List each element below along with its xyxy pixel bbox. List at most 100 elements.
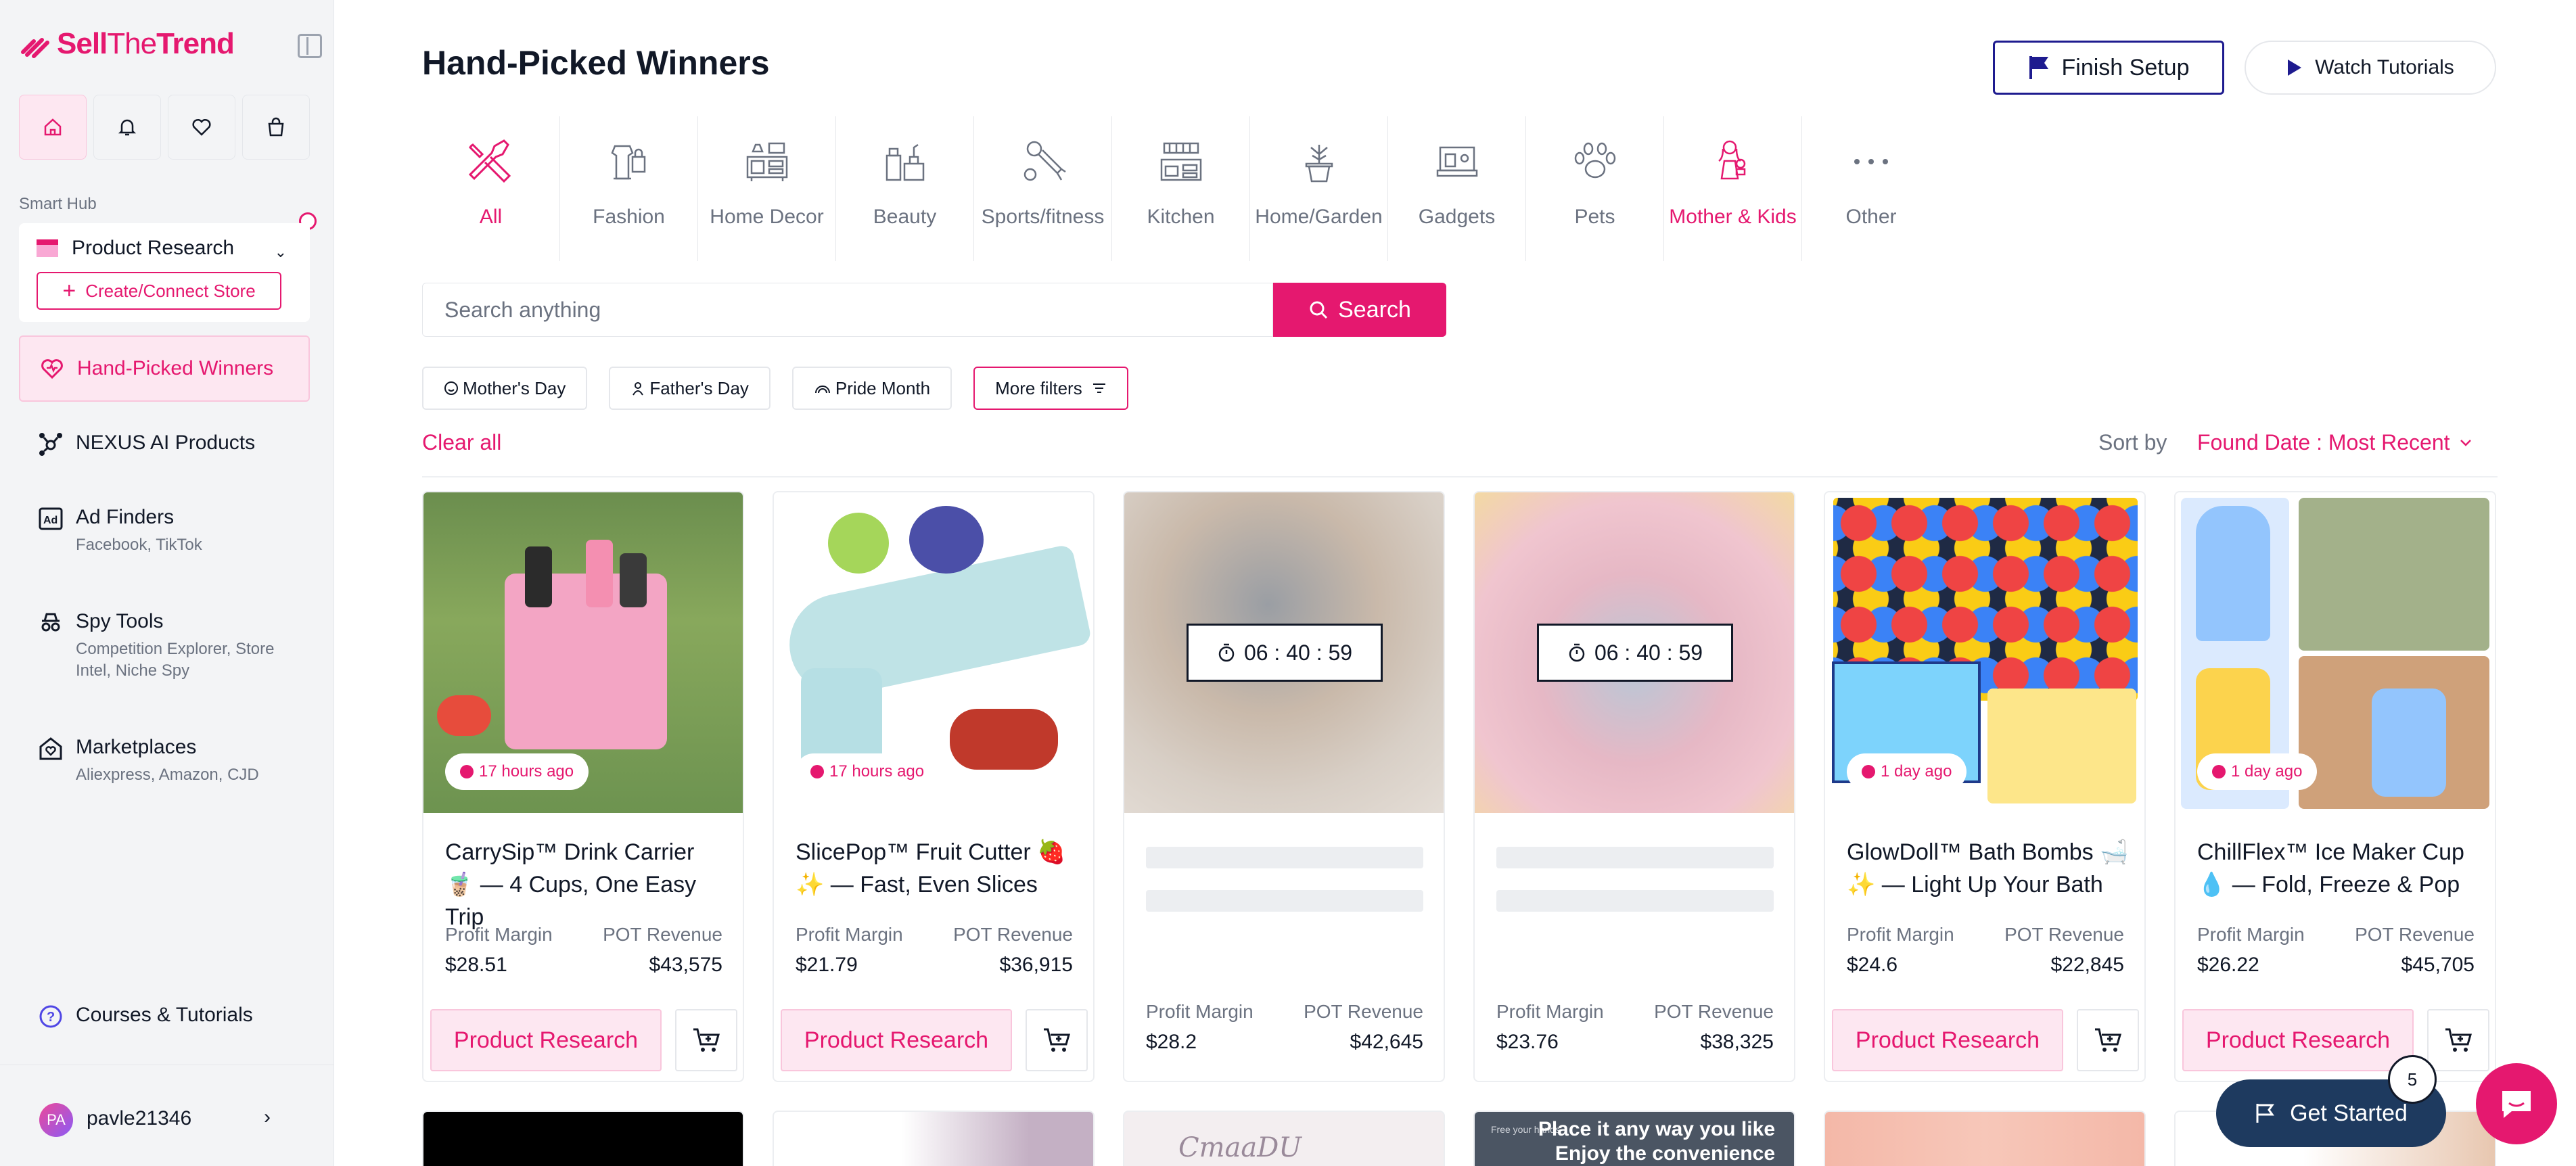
unlock-timer: 06 : 40 : 59 <box>1187 624 1383 682</box>
pot-revenue-value: $42,645 <box>1350 1031 1423 1053</box>
favorites-button[interactable] <box>168 95 235 160</box>
product-research-button[interactable]: Product Research <box>781 1009 1012 1071</box>
main-content: Hand-Picked Winners Finish Setup Watch T… <box>422 0 2498 1166</box>
sort-label: Sort by <box>2098 430 2167 454</box>
garden-icon <box>1305 145 1333 183</box>
person-icon <box>632 382 644 396</box>
more-filters-button[interactable]: More filters <box>973 367 1128 410</box>
product-card[interactable]: 17 hours ago CarrySip™ Drink Carrier 🧋 —… <box>422 491 744 1082</box>
chat-button[interactable] <box>2476 1063 2557 1144</box>
locked-product-card[interactable]: 06 : 40 : 59 Profit Margin POT Revenue $2… <box>1473 491 1795 1082</box>
product-card[interactable]: Free your hands Place it any way you lik… <box>1473 1111 1795 1166</box>
tab-mother-kids[interactable]: Mother & Kids <box>1664 116 1802 261</box>
product-card[interactable]: 1 day ago ChillFlex™ Ice Maker Cup 💧 — F… <box>2174 491 2496 1082</box>
sports-icon <box>1024 141 1066 181</box>
profit-margin-label: Profit Margin <box>1146 1001 1254 1022</box>
collapse-sidebar-icon[interactable] <box>298 34 322 58</box>
time-badge: 1 day ago <box>2197 753 2318 790</box>
search-icon <box>1310 301 1328 319</box>
product-title: ChillFlex™ Ice Maker Cup 💧 — Fold, Freez… <box>2197 839 2464 897</box>
category-label: All <box>479 206 503 228</box>
blurred-product-image: 06 : 40 : 59 <box>1475 492 1794 813</box>
tab-fashion[interactable]: Fashion <box>560 116 698 261</box>
sidebar-item-ad-finders[interactable]: Ad Ad Finders Facebook, TikTok <box>19 506 310 556</box>
category-label: Pets <box>1574 206 1615 228</box>
logo-text-the: The <box>107 27 157 60</box>
tab-pets[interactable]: Pets <box>1526 116 1664 261</box>
clear-all-link[interactable]: Clear all <box>422 430 501 455</box>
watch-tutorials-button[interactable]: Watch Tutorials <box>2245 41 2496 95</box>
pot-revenue-label: POT Revenue <box>1304 1001 1423 1022</box>
search-button[interactable]: Search <box>1273 283 1446 337</box>
sort-value: Found Date : Most Recent <box>2197 430 2450 454</box>
sidebar-item-label: Courses & Tutorials <box>76 1004 253 1026</box>
flag-icon <box>2029 56 2048 79</box>
locked-product-card[interactable]: 06 : 40 : 59 Profit Margin POT Revenue $2… <box>1123 491 1445 1082</box>
tab-home-decor[interactable]: Home Decor <box>698 116 836 261</box>
mother-kids-icon <box>1718 140 1745 180</box>
add-to-store-button[interactable] <box>1026 1009 1088 1071</box>
category-label: Home Decor <box>710 206 824 228</box>
product-research-button[interactable]: Product Research <box>1832 1009 2063 1071</box>
filter-icon <box>1092 383 1105 393</box>
product-research-button[interactable]: Product Research <box>2182 1009 2414 1071</box>
chevron-down-icon[interactable]: ⌄ <box>275 243 287 261</box>
shop-button[interactable] <box>242 95 310 160</box>
get-started-label: Get Started <box>2290 1100 2408 1126</box>
product-card[interactable]: 17 hours ago SlicePop™ Fruit Cutter 🍓✨ —… <box>773 491 1095 1082</box>
nexus-network-icon <box>39 433 62 456</box>
chat-icon <box>2502 1091 2531 1118</box>
tab-beauty[interactable]: Beauty <box>836 116 974 261</box>
sidebar-item-nexus-ai[interactable]: NEXUS AI Products <box>19 432 310 457</box>
sidebar-item-spy-tools[interactable]: Spy Tools Competition Explorer, Store In… <box>19 610 310 682</box>
marketplace-icon <box>39 737 62 760</box>
sidebar-item-hand-picked-winners[interactable]: Hand-Picked Winners <box>19 335 310 402</box>
divider <box>422 476 2498 477</box>
promo-line-1: Place it any way you like <box>1538 1118 1775 1140</box>
tab-all[interactable]: All <box>422 116 560 261</box>
sidebar-item-sub: Aliexpress, Amazon, CJD <box>76 766 259 784</box>
time-badge: 17 hours ago <box>445 753 589 790</box>
notifications-button[interactable] <box>93 95 161 160</box>
chip-pride-month[interactable]: Pride Month <box>791 367 952 410</box>
finish-setup-button[interactable]: Finish Setup <box>1993 41 2224 95</box>
brand-logo[interactable]: SellTheTrend <box>19 27 235 61</box>
add-to-store-button[interactable] <box>2077 1009 2139 1071</box>
product-card[interactable]: 1 day ago GlowDoll™ Bath Bombs 🛁✨ — Ligh… <box>1824 491 2146 1082</box>
sort-dropdown[interactable]: Found Date : Most Recent <box>2197 430 2472 455</box>
create-connect-store-button[interactable]: + Create/Connect Store <box>37 272 281 310</box>
tab-other[interactable]: Other <box>1802 116 1940 261</box>
product-title: SlicePop™ Fruit Cutter 🍓✨ — Fast, Even S… <box>796 839 1066 897</box>
shopping-bag-icon <box>268 117 284 137</box>
pot-revenue-value: $45,705 <box>2401 954 2475 976</box>
add-to-store-button[interactable] <box>2427 1009 2489 1071</box>
user-menu[interactable]: PA pavle21346 › <box>0 1065 334 1166</box>
chip-mothers-day[interactable]: Mother's Day <box>422 367 588 410</box>
sidebar-item-courses[interactable]: ? Courses & Tutorials <box>19 1004 310 1029</box>
tab-gadgets[interactable]: Gadgets <box>1388 116 1526 261</box>
profit-margin-value: $28.2 <box>1146 1031 1197 1053</box>
pot-revenue-label: POT Revenue <box>953 924 1073 945</box>
clock-icon <box>2212 765 2226 778</box>
product-card[interactable] <box>422 1111 744 1166</box>
product-card[interactable]: CmaaDU <box>1123 1111 1445 1166</box>
product-research-button[interactable]: Product Research <box>430 1009 662 1071</box>
product-card[interactable] <box>773 1111 1095 1166</box>
add-to-store-button[interactable] <box>675 1009 737 1071</box>
tab-home-garden[interactable]: Home/Garden <box>1250 116 1388 261</box>
chevron-right-icon: › <box>264 1106 271 1128</box>
chip-fathers-day[interactable]: Father's Day <box>609 367 770 410</box>
heart-icon <box>41 359 63 379</box>
stopwatch-icon <box>1569 643 1585 662</box>
tab-kitchen[interactable]: Kitchen <box>1112 116 1250 261</box>
tab-sports-fitness[interactable]: Sports/fitness <box>974 116 1112 261</box>
product-card[interactable] <box>1824 1111 2146 1166</box>
search-input[interactable]: Search anything <box>422 283 1273 337</box>
hub-select[interactable]: Product Research <box>35 237 234 260</box>
sidebar-item-marketplaces[interactable]: Marketplaces Aliexpress, Amazon, CJD <box>19 736 310 786</box>
ad-icon: Ad <box>39 507 63 530</box>
home-button[interactable] <box>19 95 87 160</box>
profit-margin-label: Profit Margin <box>796 924 903 945</box>
profit-margin-label: Profit Margin <box>445 924 553 945</box>
heart-outline-icon <box>192 118 211 136</box>
